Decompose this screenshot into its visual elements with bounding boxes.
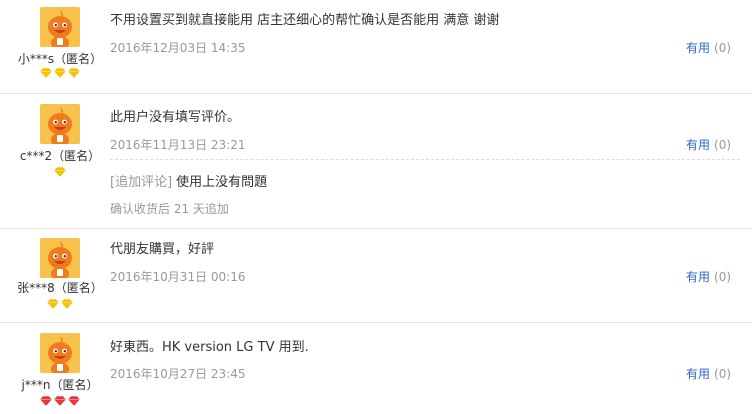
useful-label[interactable]: 有用 <box>686 41 710 55</box>
useful-button[interactable]: 有用 (0) <box>686 136 731 153</box>
append-note: 确认收货后 21 天追加 <box>110 202 229 216</box>
review-date: 2016年10月27日 23:45 <box>110 367 246 381</box>
useful-button[interactable]: 有用 (0) <box>686 268 731 285</box>
reviewer-nickname: 小***s（匿名） <box>17 52 103 66</box>
useful-label[interactable]: 有用 <box>686 367 710 381</box>
review-date: 2016年11月13日 23:21 <box>110 138 246 152</box>
avatar[interactable] <box>40 238 80 278</box>
buyer-credit-badges <box>0 396 120 408</box>
red-diamond-icon <box>54 396 66 412</box>
review-text: 此用户没有填写评价。 <box>110 110 241 125</box>
review-text: 好東西。HK version LG TV 用到. <box>110 340 309 355</box>
append-text: 使用上没有問題 <box>176 175 268 190</box>
useful-label[interactable]: 有用 <box>686 138 710 152</box>
useful-count: (0) <box>714 138 732 152</box>
review-item: j***n（匿名） 好東西。HK version LG TV 用到. 2016年… <box>0 323 751 414</box>
buyer-credit-badges <box>0 68 120 80</box>
useful-label[interactable]: 有用 <box>686 270 710 284</box>
red-diamond-icon <box>68 396 80 412</box>
avatar[interactable] <box>40 7 80 47</box>
useful-count: (0) <box>714 41 732 55</box>
gold-diamond-icon <box>47 299 59 315</box>
buyer-credit-badges <box>0 299 120 311</box>
append-divider <box>110 159 740 160</box>
buyer-credit-badges <box>0 167 120 179</box>
append-tag: [追加评论] <box>110 175 173 190</box>
gold-diamond-icon <box>40 68 52 84</box>
review-date: 2016年12月03日 14:35 <box>110 41 246 55</box>
red-diamond-icon <box>40 396 52 412</box>
avatar[interactable] <box>40 333 80 373</box>
useful-button[interactable]: 有用 (0) <box>686 39 731 56</box>
review-date: 2016年10月31日 00:16 <box>110 270 246 284</box>
review-text: 不用设置买到就直接能用 店主还细心的帮忙确认是否能用 满意 谢谢 <box>110 13 500 28</box>
reviewer-nickname: 张***8（匿名） <box>17 281 103 295</box>
review-item: 小***s（匿名） 不用设置买到就直接能用 店主还细心的帮忙确认是否能用 满意 … <box>0 0 751 94</box>
useful-button[interactable]: 有用 (0) <box>686 365 731 382</box>
appended-review: [追加评论] 使用上没有問題 <box>110 171 267 190</box>
gold-diamond-icon <box>54 68 66 84</box>
gold-diamond-icon <box>68 68 80 84</box>
review-item: c***2（匿名） 此用户没有填写评价。 2016年11月13日 23:21 有… <box>0 94 751 229</box>
avatar[interactable] <box>40 104 80 144</box>
reviewer-nickname: c***2（匿名） <box>19 149 101 163</box>
gold-diamond-icon <box>54 167 66 183</box>
useful-count: (0) <box>714 270 732 284</box>
useful-count: (0) <box>714 367 732 381</box>
review-item: 张***8（匿名） 代朋友購買，好評 2016年10月31日 00:16 有用 (… <box>0 229 751 323</box>
review-text: 代朋友購買，好評 <box>110 242 215 257</box>
reviewer-nickname: j***n（匿名） <box>21 378 99 392</box>
gold-diamond-icon <box>61 299 73 315</box>
